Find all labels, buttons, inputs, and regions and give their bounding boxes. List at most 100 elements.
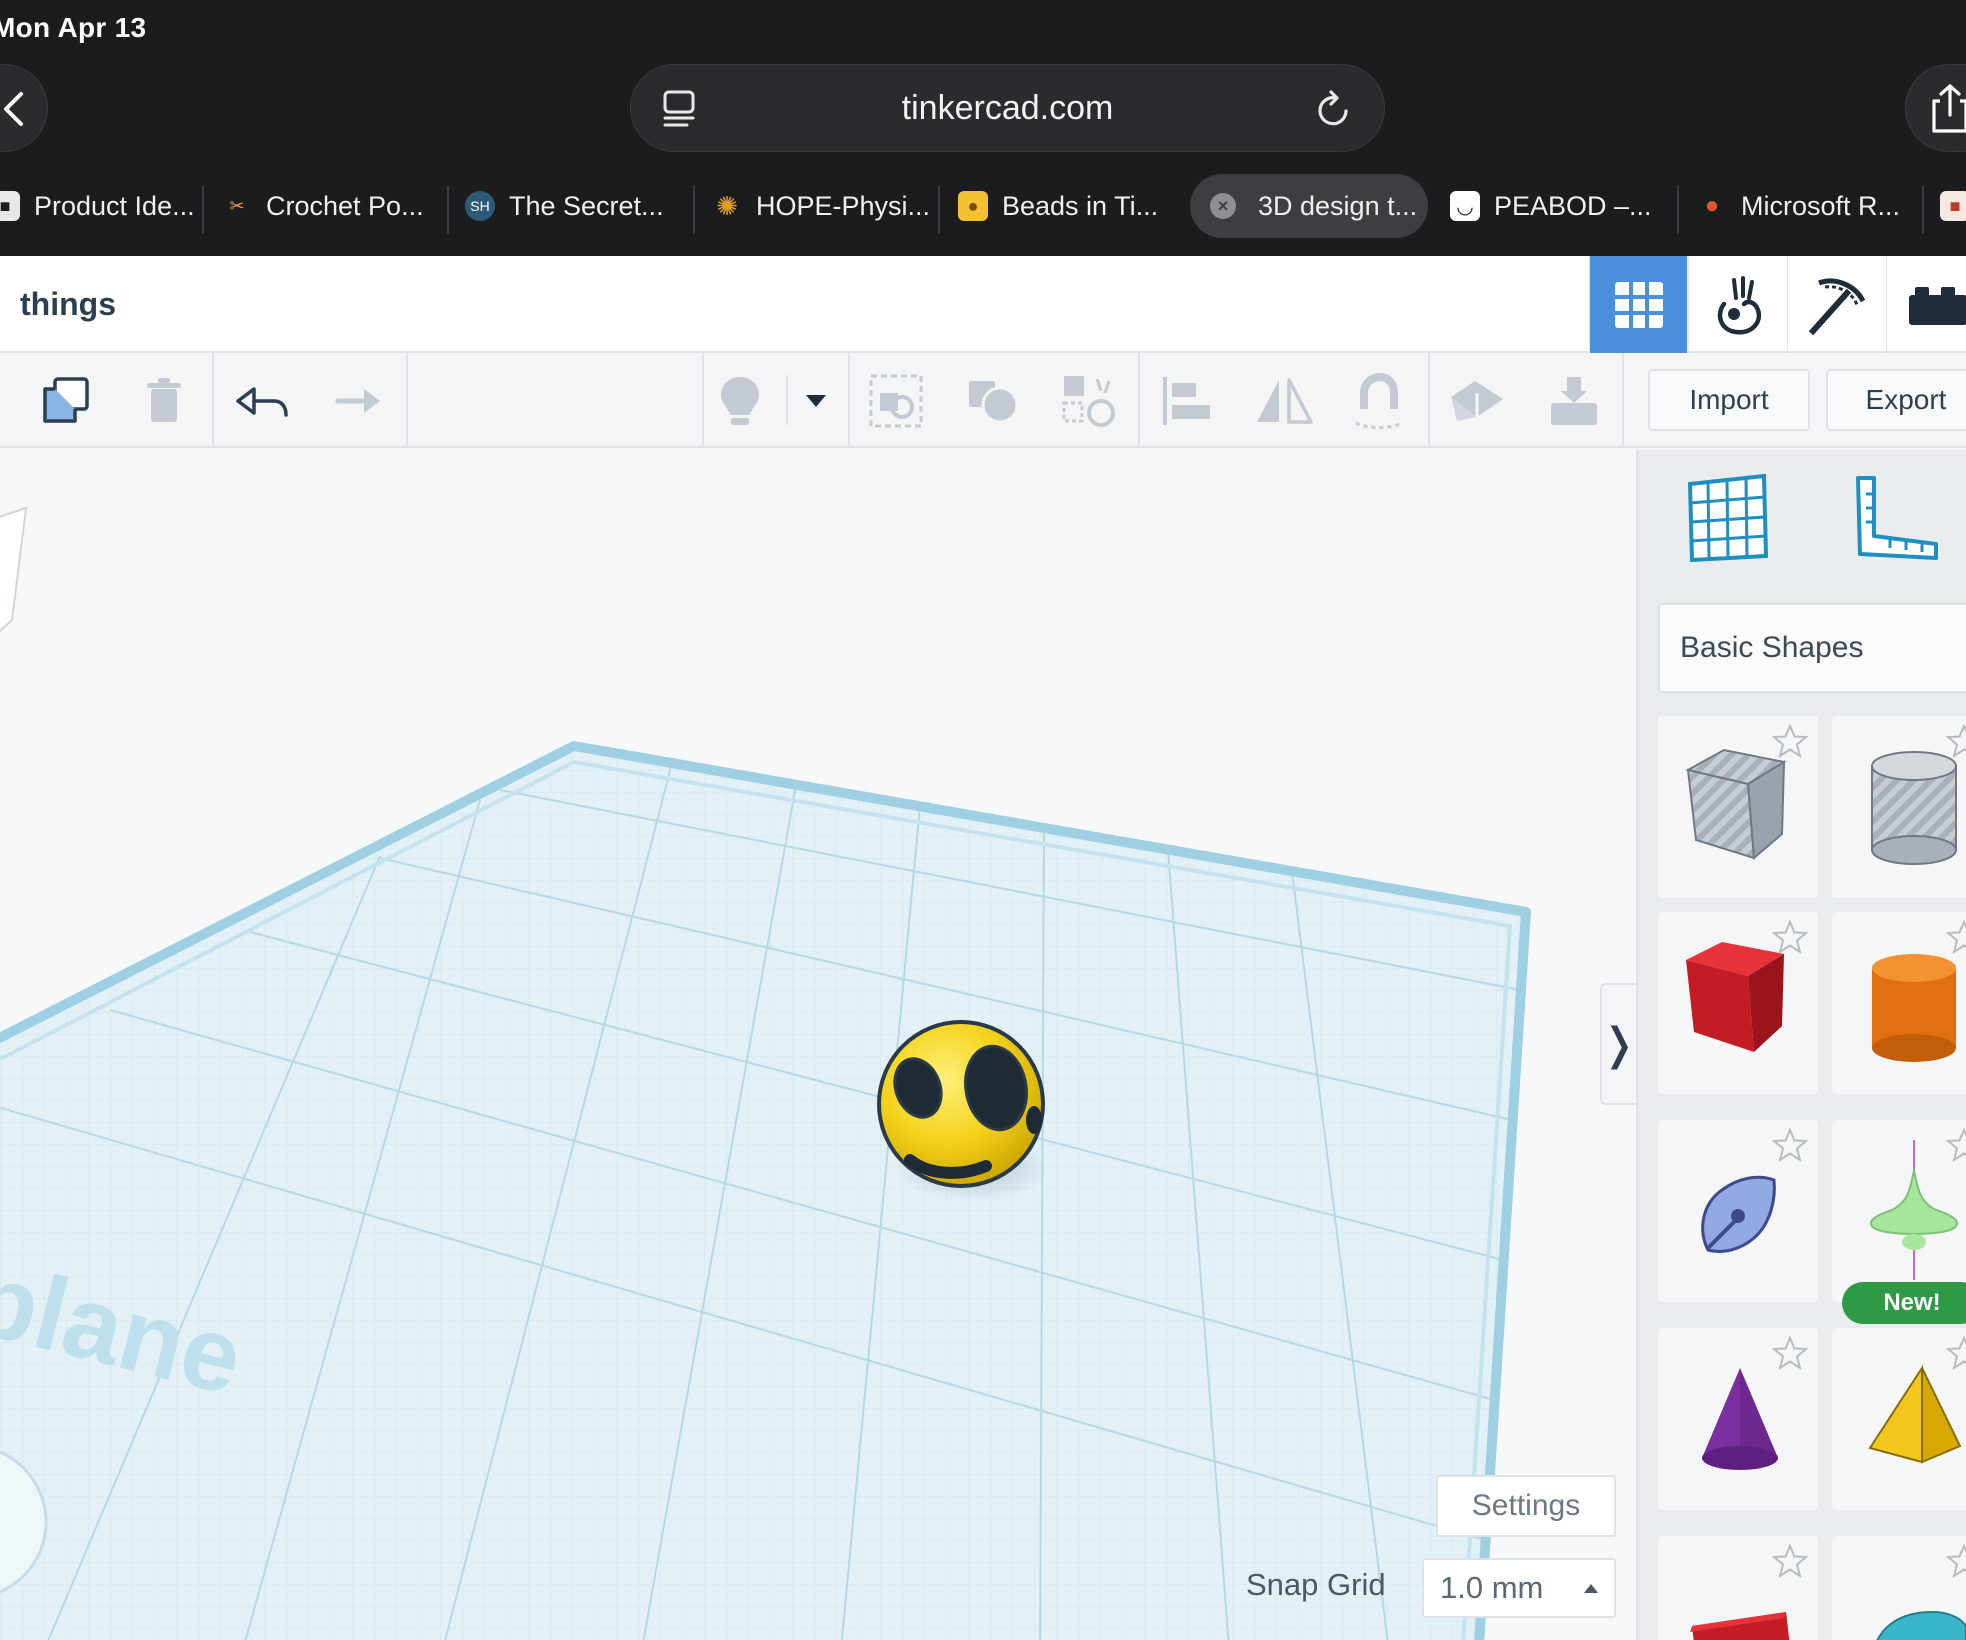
bricks-view-button[interactable] [1886,256,1966,353]
shape-cone[interactable] [1658,1328,1818,1510]
tab-separator [938,186,940,234]
smiley-ball-object[interactable] [877,1020,1045,1188]
page: Mon Apr 13 tinkercad.com ■ Product Ide..… [0,0,1966,1640]
workplane-icon [1451,381,1503,421]
favicon-icon: ■ [1940,191,1966,221]
snap-grid-value: 1.0 mm [1440,1570,1544,1605]
back-button[interactable] [0,64,48,152]
tab-peabod[interactable]: ◡ PEABOD –... [1450,174,1670,238]
shapes-panel: Basic Shapes [1636,450,1966,1640]
reload-icon[interactable] [1314,87,1354,131]
minecraft-view-button[interactable] [1787,256,1885,353]
shape-box[interactable] [1658,912,1818,1094]
tab-separator [1677,186,1679,234]
shape-new-spinner[interactable] [1832,1120,1966,1302]
tab-label: Beads in Ti... [1002,190,1159,221]
tab-label: Crochet Po... [266,190,424,221]
workplane-grid-icon[interactable] [1684,474,1770,564]
toolbar-separator [212,353,214,448]
box-shape-icon [1686,942,1784,1052]
shape-generator-icon [1701,1175,1776,1253]
tab-hope-physics[interactable]: ✺ HOPE-Physi... [712,174,937,238]
copy-icon [43,377,89,423]
shape-half-cylinder[interactable] [1832,1536,1966,1640]
tab-the-secret[interactable]: SH The Secret... [465,174,690,238]
copy-button[interactable] [36,371,96,431]
toolbar-separator [1622,353,1624,448]
ruler-icon[interactable] [1852,474,1942,564]
shape-pyramid[interactable] [1832,1328,1966,1510]
edit-toolbar: Import Export [0,353,1966,448]
settings-button[interactable]: Settings [1436,1475,1616,1537]
tab-3d-design-active[interactable]: × 3D design t... [1190,174,1428,238]
shape-category-select[interactable]: Basic Shapes [1658,603,1966,693]
toolbar-separator [406,353,408,448]
cylinder-hole-shape-icon [1871,751,1957,865]
tab-overflow[interactable]: ■ [1940,174,1966,238]
status-date: Mon Apr 13 [0,12,147,43]
3d-design-view-button[interactable] [1589,256,1687,353]
align-holes-button[interactable] [1060,371,1120,431]
delete-button[interactable] [134,371,194,431]
spinning-top-shape-icon [1869,1140,1959,1280]
cone-shape-icon [1702,1368,1778,1470]
browser-toolbar: Mon Apr 13 tinkercad.com [0,0,1966,168]
address-bar[interactable]: tinkercad.com [630,64,1385,152]
group-button[interactable] [866,371,926,431]
medal-favicon-icon: ● [1704,192,1720,219]
shape-box-hole[interactable] [1658,716,1818,898]
shape-text[interactable] [1658,1536,1818,1640]
tab-crochet[interactable]: ✂ Crochet Po... [222,174,447,238]
align-icon [1163,377,1210,425]
trash-icon [147,378,181,422]
shape-shape-generator[interactable] [1658,1120,1818,1302]
box-hole-shape-icon [1685,748,1787,861]
magnet-icon [1355,373,1403,429]
redo-button[interactable] [326,371,386,431]
tab-microsoft[interactable]: ● Microsoft R... [1697,174,1922,238]
hole-solid-icon [1062,376,1115,427]
view-cube[interactable] [0,506,28,640]
sun-favicon-icon: ✺ [716,190,738,221]
tab-label: 3D design t... [1258,190,1418,221]
3d-design-grid-icon [1614,281,1663,328]
tab-label: HOPE-Physi... [756,190,931,221]
notes-button[interactable] [710,371,770,431]
workplane-canvas[interactable]: plane [0,450,1636,1640]
export-button[interactable]: Export [1826,369,1966,431]
monogram-favicon-icon: SH [465,191,495,221]
tab-label: The Secret... [509,190,664,221]
tab-separator [1922,186,1924,234]
close-tab-icon[interactable]: × [1210,193,1236,219]
codeblocks-view-button[interactable] [1688,256,1786,353]
snap-grid-select[interactable]: 1.0 mm [1422,1558,1616,1618]
shape-cylinder-hole[interactable] [1832,716,1966,898]
design-name[interactable]: things [20,286,116,323]
snap-grid-label: Snap Grid [1246,1567,1386,1602]
tab-product-ideas[interactable]: ■ Product Ide... [0,174,195,238]
cruise-button[interactable] [1348,371,1408,431]
shape-cylinder[interactable] [1832,912,1966,1094]
tab-separator [693,186,695,234]
tab-beads[interactable]: ● Beads in Ti... [958,174,1168,238]
toolbar-separator [702,353,704,448]
chevron-right-icon: ❭ [1600,1019,1638,1069]
toolbar-separator [1428,353,1430,448]
collapse-panel-button[interactable]: ❭ [1600,983,1638,1105]
3d-viewport[interactable]: plane [0,450,1636,1640]
group-icon [869,374,923,428]
undo-button[interactable] [232,371,292,431]
ungroup-button[interactable] [964,371,1024,431]
import-button[interactable]: Import [1648,369,1810,431]
pyramid-shape-icon [1868,1364,1962,1464]
smile-favicon-icon: ◡ [1450,191,1480,221]
tab-bar: ■ Product Ide... ✂ Crochet Po... SH The … [0,168,1966,256]
share-button[interactable] [1905,64,1966,152]
workplane-button[interactable] [1446,371,1506,431]
undo-icon [236,387,288,417]
ruler-drop-button[interactable] [1544,371,1604,431]
tab-label: PEABOD –... [1494,190,1652,221]
align-button[interactable] [1158,371,1218,431]
mirror-button[interactable] [1254,371,1314,431]
notes-dropdown-button[interactable] [788,371,844,431]
